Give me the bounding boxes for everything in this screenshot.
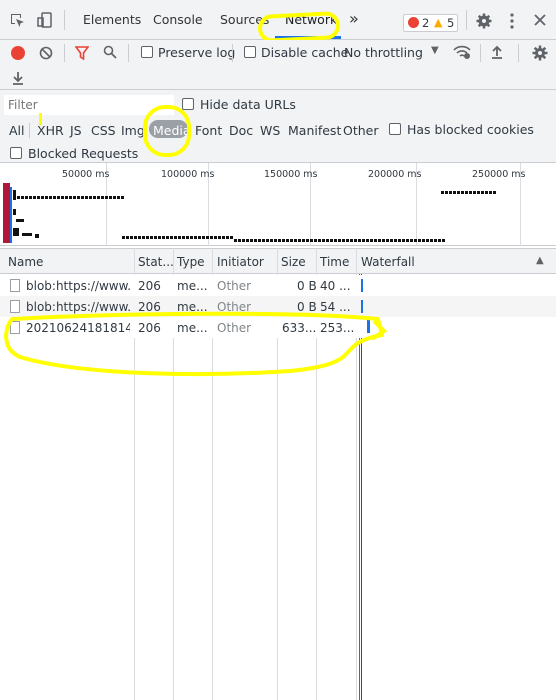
- disable-cache-label: Disable cache: [261, 45, 349, 60]
- filter-bar: Hide data URLs All XHR JS CSS Img Media …: [0, 90, 556, 163]
- table-row[interactable]: blob:https://www.... 206 me... Other 0 B…: [0, 275, 556, 296]
- overview-bar: [17, 196, 125, 199]
- requests-table-header: Name Stat... Type Initiator Size Time Wa…: [0, 248, 556, 274]
- overview-tick: 250000 ms: [472, 169, 526, 180]
- overview-selection-marker: [3, 183, 10, 243]
- request-name: blob:https://www....: [26, 279, 130, 293]
- request-size: 0 B: [297, 279, 317, 293]
- hide-data-urls-label: Hide data URLs: [200, 97, 296, 112]
- network-toolbar: Preserve log Disable cache No throttling…: [0, 40, 556, 90]
- column-header-initiator[interactable]: Initiator: [217, 255, 264, 269]
- error-count: 2: [422, 16, 430, 30]
- network-settings-gear-icon[interactable]: [532, 45, 548, 61]
- tab-elements[interactable]: Elements: [83, 12, 141, 27]
- filter-funnel-icon[interactable]: [75, 46, 89, 60]
- close-icon[interactable]: [533, 13, 547, 27]
- sort-ascending-icon[interactable]: ▲: [536, 255, 544, 266]
- throttling-dropdown-icon[interactable]: ▼: [431, 45, 439, 56]
- overview-bar: [22, 233, 32, 236]
- blocked-requests-checkbox[interactable]: [10, 147, 22, 159]
- request-initiator: Other: [217, 279, 252, 293]
- overview-tick: 50000 ms: [62, 169, 110, 180]
- overview-tick: 150000 ms: [264, 169, 318, 180]
- import-har-icon[interactable]: [491, 45, 503, 59]
- overview-bar: [234, 239, 446, 242]
- overview-bar: [441, 191, 497, 194]
- overview-timeline[interactable]: 50000 ms 100000 ms 150000 ms 200000 ms 2…: [0, 163, 556, 246]
- record-icon[interactable]: [11, 46, 25, 60]
- export-har-icon[interactable]: [12, 71, 24, 85]
- hide-data-urls-checkbox[interactable]: [182, 98, 194, 110]
- settings-gear-icon[interactable]: [476, 13, 492, 29]
- overview-bar: [16, 219, 24, 222]
- preserve-log-checkbox[interactable]: [141, 46, 153, 58]
- filter-type-xhr[interactable]: XHR: [37, 123, 64, 138]
- overview-bar: [13, 228, 19, 236]
- file-icon: [10, 279, 20, 292]
- filter-type-font[interactable]: Font: [195, 123, 222, 138]
- filter-type-css[interactable]: CSS: [91, 123, 116, 138]
- has-blocked-cookies-label: Has blocked cookies: [407, 122, 534, 137]
- overview-bar: [13, 190, 16, 200]
- filter-type-manifest[interactable]: Manifest: [288, 123, 341, 138]
- network-conditions-icon[interactable]: [453, 44, 471, 60]
- overview-tick: 200000 ms: [368, 169, 422, 180]
- has-blocked-cookies-checkbox[interactable]: [389, 123, 401, 135]
- request-type: me...: [177, 279, 208, 293]
- column-header-size[interactable]: Size: [281, 255, 306, 269]
- clear-icon[interactable]: [39, 46, 53, 60]
- column-header-waterfall[interactable]: Waterfall: [361, 255, 415, 269]
- filter-type-img[interactable]: Img: [121, 123, 145, 138]
- blocked-requests-label: Blocked Requests: [28, 146, 139, 161]
- tab-console[interactable]: Console: [153, 12, 203, 27]
- column-header-name[interactable]: Name: [8, 255, 43, 269]
- overview-load-marker: [10, 187, 12, 243]
- request-status: 206: [138, 279, 161, 293]
- device-toolbar-icon[interactable]: [37, 12, 53, 28]
- throttling-select[interactable]: No throttling: [344, 45, 423, 60]
- request-time: 40 ...: [320, 279, 351, 293]
- overview-bar: [122, 236, 234, 239]
- overview-bar: [13, 209, 16, 215]
- preserve-log-label: Preserve log: [158, 45, 236, 60]
- warning-count: 5: [447, 16, 455, 30]
- issues-counter[interactable]: 2 ▲ 5: [403, 14, 458, 32]
- column-header-time[interactable]: Time: [320, 255, 349, 269]
- column-header-status[interactable]: Stat...: [138, 255, 174, 269]
- filter-type-ws[interactable]: WS: [260, 123, 280, 138]
- waterfall-bar: [361, 279, 363, 292]
- filter-type-doc[interactable]: Doc: [229, 123, 253, 138]
- highlight-network-annotation: [257, 10, 341, 44]
- more-tabs-button[interactable]: »: [349, 9, 359, 28]
- disable-cache-checkbox[interactable]: [244, 46, 256, 58]
- warning-icon: ▲: [434, 16, 443, 29]
- kebab-menu-icon[interactable]: [509, 13, 515, 29]
- error-icon: [408, 17, 419, 28]
- filter-type-all[interactable]: All: [9, 123, 25, 138]
- filter-type-other[interactable]: Other: [343, 123, 379, 138]
- overview-tick: 100000 ms: [161, 169, 215, 180]
- devtools-tabbar: Elements Console Sources Network » 2 ▲ 5: [0, 0, 556, 44]
- column-header-type[interactable]: Type: [177, 255, 205, 269]
- search-icon[interactable]: [103, 45, 117, 59]
- filter-type-js[interactable]: JS: [70, 123, 82, 138]
- highlight-row-annotation: [4, 311, 388, 377]
- highlight-media-annotation: [143, 105, 191, 157]
- overview-bar: [35, 234, 39, 238]
- inspect-element-icon[interactable]: [10, 13, 26, 29]
